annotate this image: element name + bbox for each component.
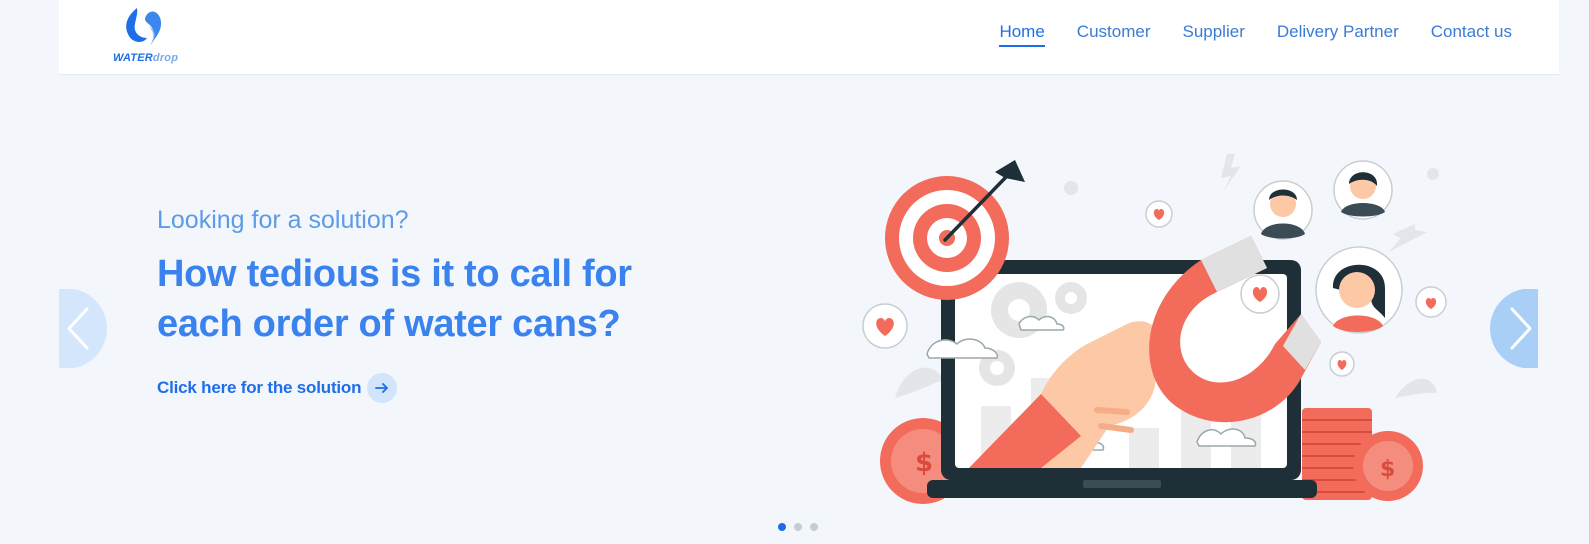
- carousel-prev-button[interactable]: [59, 289, 107, 368]
- carousel-dot-3[interactable]: [810, 523, 818, 531]
- hero-content: Looking for a solution? How tedious is i…: [157, 206, 717, 403]
- main-nav: Home Customer Supplier Delivery Partner …: [999, 22, 1512, 47]
- site-header: WATERdrop Home Customer Supplier Deliver…: [59, 0, 1559, 75]
- carousel-dot-2[interactable]: [794, 523, 802, 531]
- nav-customer[interactable]: Customer: [1077, 22, 1151, 47]
- arrow-right-icon[interactable]: [367, 373, 398, 403]
- solution-link[interactable]: Click here for the solution: [157, 373, 717, 403]
- nav-contact-us[interactable]: Contact us: [1431, 22, 1512, 47]
- hero-headline-line-2: each order of water cans?: [157, 303, 621, 345]
- brand-wordmark: WATERdrop: [113, 52, 179, 64]
- hero-subtitle: Looking for a solution?: [157, 206, 409, 234]
- water-drop-icon: [126, 8, 162, 51]
- carousel-indicators: [778, 523, 818, 531]
- solution-link-label[interactable]: Click here for the solution: [157, 378, 361, 398]
- carousel-dot-1[interactable]: [778, 523, 786, 531]
- svg-text:$: $: [915, 448, 933, 478]
- hero-headline: How tedious is it to call for each order…: [157, 249, 717, 349]
- brand-logo[interactable]: WATERdrop: [113, 6, 183, 66]
- nav-supplier[interactable]: Supplier: [1182, 22, 1244, 47]
- hero-illustration: $ $: [855, 148, 1455, 508]
- nav-home[interactable]: Home: [999, 22, 1045, 47]
- chevron-right-icon: [1490, 289, 1538, 368]
- hero-headline-line-1: How tedious is it to call for: [157, 253, 632, 295]
- chevron-left-icon: [59, 289, 107, 368]
- nav-delivery-partner[interactable]: Delivery Partner: [1277, 22, 1399, 47]
- svg-text:$: $: [1380, 457, 1395, 482]
- carousel-next-button[interactable]: [1490, 289, 1538, 368]
